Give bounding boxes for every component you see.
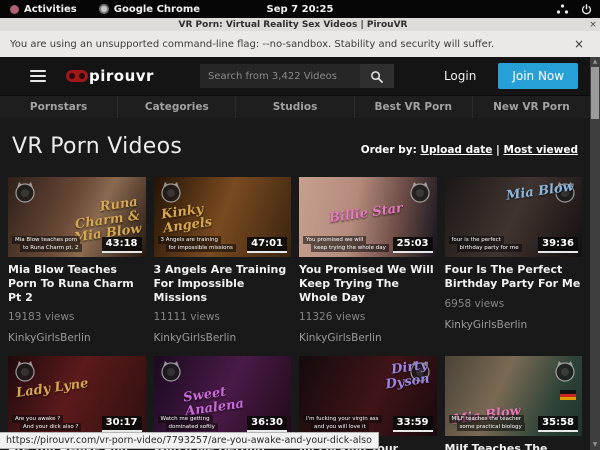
browser-tab-strip: VR Porn: Virtual Reality Sex Videos | Pi…	[0, 18, 600, 31]
site-logo[interactable]: pirouvr	[66, 67, 154, 85]
video-title-link[interactable]: Four Is The Perfect Birthday Party For M…	[445, 263, 583, 291]
video-thumbnail[interactable]: Lady Lyne Are you awake ?And your dick a…	[8, 356, 146, 436]
search-button[interactable]	[360, 64, 394, 88]
video-title-link[interactable]: 3 Angels Are Training For Impossible Mis…	[154, 263, 292, 304]
power-icon[interactable]	[581, 4, 592, 15]
login-link[interactable]: Login	[444, 69, 476, 83]
network-tray-icon[interactable]	[556, 4, 569, 14]
video-views: 6958 views	[445, 298, 583, 310]
video-thumbnail[interactable]: Sweet Analena Watch me gettingdominated …	[154, 356, 292, 436]
video-title-link[interactable]: Mia Blow Teaches Porn To Runa Charm Pt 2	[8, 263, 146, 304]
video-thumbnail[interactable]: Runa Charm & Mia Blow Mia Blow teaches p…	[8, 177, 146, 257]
video-duration-badge: 36:30	[247, 416, 287, 432]
video-views: 11111 views	[154, 311, 292, 323]
thumbnail-overlay-name: Sweet Analena	[182, 381, 265, 419]
order-links-separator: |	[496, 144, 500, 156]
video-card[interactable]: Billie Star You promised we willkeep try…	[299, 177, 437, 344]
nav-item-categories[interactable]: Categories	[118, 96, 236, 118]
search-input[interactable]	[200, 64, 360, 88]
video-duration-badge: 30:17	[102, 416, 142, 432]
page-scrollbar[interactable]: ▲ ▼	[590, 57, 600, 450]
order-upload-date-link[interactable]: Upload date	[420, 144, 492, 156]
thumbnail-caption: 3 Angels are trainingfor impossible miss…	[158, 236, 236, 253]
hamburger-menu-icon[interactable]	[30, 67, 46, 85]
video-title-link[interactable]: Milf Teaches The Teacher Some Practical …	[445, 442, 583, 450]
thumbnail-overlay-name: Billie Star	[328, 202, 403, 226]
search-icon	[370, 70, 383, 83]
video-thumbnail[interactable]: Mia Blow MILF teaches the teachersome pr…	[445, 356, 583, 436]
order-by: Order by: Upload date | Most viewed	[361, 144, 578, 156]
video-studio-link[interactable]: KinkyGirlsBerlin	[154, 332, 292, 344]
main-nav: PornstarsCategoriesStudiosBest VR PornNe…	[0, 95, 590, 118]
browser-viewport: pirouvr Login Join Now PornstarsCategori…	[0, 57, 600, 450]
studio-cat-logo-icon	[13, 359, 37, 383]
german-flag-icon	[560, 390, 576, 400]
nav-item-studios[interactable]: Studios	[236, 96, 354, 118]
video-card[interactable]: Kinky Angels 3 Angels are trainingfor im…	[154, 177, 292, 344]
infobar-message: You are using an unsupported command-lin…	[10, 39, 568, 50]
studio-cat-logo-icon	[13, 180, 37, 204]
video-card[interactable]: Mia Blow MILF teaches the teachersome pr…	[445, 356, 583, 450]
video-thumbnail[interactable]: Dirty Dyson I'm fucking your virgin assa…	[299, 356, 437, 436]
thumbnail-caption: I'm fucking your virgin assand you will …	[303, 415, 382, 432]
video-thumbnail[interactable]: Billie Star You promised we willkeep try…	[299, 177, 437, 257]
video-duration-badge: 43:18	[102, 237, 142, 253]
site-logo-text: pirouvr	[89, 67, 154, 85]
video-duration-badge: 25:03	[393, 237, 433, 253]
video-title-link[interactable]: You Promised We Will Keep Trying The Who…	[299, 263, 437, 304]
thumbnail-caption: Watch me gettingdominated softly	[158, 415, 218, 432]
scrollbar-thumb[interactable]	[591, 67, 599, 119]
studio-cat-logo-icon	[159, 359, 183, 383]
video-studio-link[interactable]: KinkyGirlsBerlin	[8, 332, 146, 344]
nav-item-pornstars[interactable]: Pornstars	[0, 96, 118, 118]
video-duration-badge: 35:58	[538, 416, 578, 432]
order-most-viewed-link[interactable]: Most viewed	[504, 144, 579, 156]
thumbnail-caption: You promised we willkeep trying the whol…	[303, 236, 389, 253]
scroll-up-arrow[interactable]: ▲	[590, 57, 600, 67]
scroll-down-arrow[interactable]: ▼	[590, 440, 600, 450]
nav-item-new-vr-porn[interactable]: New VR Porn	[473, 96, 590, 118]
nav-item-best-vr-porn[interactable]: Best VR Porn	[355, 96, 473, 118]
studio-cat-logo-icon	[159, 180, 183, 204]
site-header: pirouvr Login Join Now	[0, 57, 590, 95]
video-card[interactable]: Runa Charm & Mia Blow Mia Blow teaches p…	[8, 177, 146, 344]
studio-cat-logo-icon	[553, 359, 577, 383]
order-by-label: Order by:	[361, 144, 417, 156]
video-grid: Runa Charm & Mia Blow Mia Blow teaches p…	[0, 159, 590, 450]
thumbnail-caption: four is the perfectbirthday party for me	[449, 236, 522, 253]
system-top-bar: Activities Google Chrome Sep 7 20:25	[0, 0, 600, 18]
video-duration-badge: 39:36	[538, 237, 578, 253]
thumbnail-caption: Are you awake ?And your dick also ?	[12, 415, 81, 432]
video-studio-link[interactable]: KinkyGirlsBerlin	[299, 332, 437, 344]
page-title: VR Porn Videos	[12, 134, 182, 159]
chrome-infobar: You are using an unsupported command-lin…	[0, 31, 600, 57]
status-url-bubble: https://pirouvr.com/vr-porn-video/779325…	[0, 432, 379, 449]
video-views: 19183 views	[8, 311, 146, 323]
video-views: 11326 views	[299, 311, 437, 323]
infobar-close-icon[interactable]: ×	[568, 37, 590, 51]
video-thumbnail[interactable]: Mia Blow four is the perfectbirthday par…	[445, 177, 583, 257]
thumbnail-caption: MILF teaches the teachersome practical b…	[449, 415, 525, 432]
clock[interactable]: Sep 7 20:25	[0, 4, 600, 15]
studio-cat-logo-icon	[408, 180, 432, 204]
thumbnail-caption: Mia Blow teaches pornto Runa Charm pt. 2	[12, 236, 82, 253]
tab-close-icon[interactable]: ×	[586, 20, 600, 30]
video-thumbnail[interactable]: Kinky Angels 3 Angels are trainingfor im…	[154, 177, 292, 257]
tab-title[interactable]: VR Porn: Virtual Reality Sex Videos | Pi…	[0, 20, 586, 30]
vr-headset-logo-icon	[66, 70, 88, 82]
video-studio-link[interactable]: KinkyGirlsBerlin	[445, 319, 583, 331]
screen: Activities Google Chrome Sep 7 20:25 VR …	[0, 0, 600, 450]
video-card[interactable]: Mia Blow four is the perfectbirthday par…	[445, 177, 583, 344]
video-duration-badge: 33:59	[393, 416, 433, 432]
video-duration-badge: 47:01	[247, 237, 287, 253]
thumbnail-overlay-name: Dirty Dyson	[347, 359, 430, 397]
join-now-button[interactable]: Join Now	[498, 63, 578, 89]
